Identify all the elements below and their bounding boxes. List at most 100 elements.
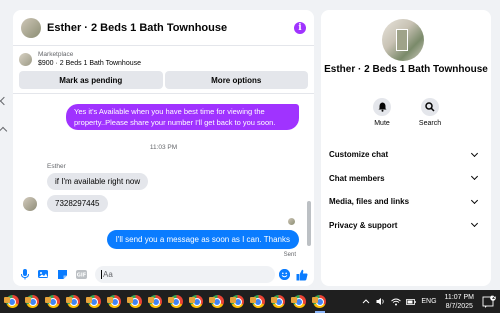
like-icon[interactable] bbox=[296, 268, 308, 281]
gif-icon[interactable]: GIF bbox=[76, 269, 87, 280]
message-list: Yes it's Available when you have best ti… bbox=[13, 96, 314, 262]
svg-text:GIF: GIF bbox=[77, 272, 86, 278]
profile-badge-icon bbox=[65, 297, 72, 303]
profile-badge-icon bbox=[229, 297, 236, 303]
chrome-window-icon[interactable] bbox=[289, 290, 310, 313]
chrome-window-icon[interactable] bbox=[23, 290, 44, 313]
system-tray: ENG 11:07 PM 8/7/2025 2 bbox=[361, 290, 500, 313]
menu-label: Customize chat bbox=[329, 150, 389, 160]
collapse-left-icon[interactable] bbox=[0, 126, 8, 136]
message-composer: GIF Aa bbox=[13, 262, 314, 286]
media-files-links-item[interactable]: Media, files and links bbox=[329, 190, 479, 214]
chrome-window-icon[interactable] bbox=[248, 290, 269, 313]
chrome-window-icon[interactable] bbox=[228, 290, 249, 313]
notification-count: 2 bbox=[492, 294, 495, 301]
chrome-window-icon[interactable] bbox=[125, 290, 146, 313]
profile-badge-icon bbox=[24, 297, 31, 303]
chrome-window-icon[interactable] bbox=[310, 290, 331, 313]
chrome-window-icon[interactable] bbox=[269, 290, 290, 313]
profile-badge-icon bbox=[86, 297, 92, 303]
incoming-message[interactable]: 7328297445 bbox=[47, 195, 108, 212]
chevron-up-icon[interactable] bbox=[361, 297, 371, 307]
microphone-icon[interactable] bbox=[19, 268, 30, 280]
message-input[interactable]: Aa bbox=[95, 265, 275, 283]
chevron-down-icon bbox=[470, 149, 479, 157]
sender-name: Esther bbox=[47, 163, 66, 170]
search-label: Search bbox=[418, 120, 442, 127]
more-options-button[interactable]: More options bbox=[164, 71, 308, 89]
profile-badge-icon bbox=[106, 297, 113, 303]
chrome-window-icon[interactable] bbox=[207, 290, 228, 313]
info-icon[interactable]: i bbox=[294, 21, 306, 34]
mark-as-pending-button[interactable]: Mark as pending bbox=[19, 71, 163, 89]
taskbar-apps bbox=[2, 290, 330, 313]
chat-header: Esther · 2 Beds 1 Bath Townhouse i bbox=[13, 10, 314, 46]
profile-badge-icon bbox=[209, 297, 215, 303]
read-receipt-avatar bbox=[288, 218, 295, 225]
sticker-icon[interactable] bbox=[57, 269, 68, 280]
profile-badge-icon bbox=[147, 297, 154, 303]
clock-date: 8/7/2025 bbox=[445, 302, 473, 310]
language-indicator[interactable]: ENG bbox=[421, 298, 436, 305]
chevron-down-icon bbox=[470, 196, 479, 204]
profile-badge-icon bbox=[168, 297, 174, 303]
customize-chat-item[interactable]: Customize chat bbox=[329, 143, 479, 167]
collapse-up-icon[interactable] bbox=[0, 96, 9, 106]
avatar[interactable] bbox=[21, 17, 41, 38]
menu-label: Privacy & support bbox=[329, 220, 398, 230]
message-input-placeholder: Aa bbox=[103, 269, 113, 279]
photo-icon[interactable] bbox=[38, 269, 49, 280]
listing-description[interactable]: $900 · 2 Beds 1 Bath Townhouse bbox=[38, 59, 141, 68]
chrome-window-icon[interactable] bbox=[166, 290, 187, 313]
listing-thumbnail[interactable] bbox=[19, 53, 32, 66]
left-edge-strip bbox=[0, 0, 10, 290]
chat-panel: Esther · 2 Beds 1 Bath Townhouse i Marke… bbox=[13, 10, 314, 286]
search-button[interactable]: Search bbox=[415, 98, 445, 127]
chat-members-item[interactable]: Chat members bbox=[329, 167, 479, 191]
bell-icon bbox=[373, 98, 391, 116]
message-timestamp: 11:03 PM bbox=[149, 144, 178, 151]
listing-source: Marketplace bbox=[38, 51, 74, 58]
chrome-window-icon[interactable] bbox=[84, 290, 105, 313]
emoji-icon[interactable] bbox=[279, 268, 290, 280]
clock[interactable]: 11:07 PM 8/7/2025 bbox=[445, 293, 474, 311]
incoming-message[interactable]: if I'm available right now bbox=[47, 173, 149, 190]
clock-time: 11:07 PM bbox=[444, 293, 474, 301]
mute-button[interactable]: Mute bbox=[367, 98, 397, 127]
wifi-icon[interactable] bbox=[391, 297, 402, 307]
profile-badge-icon bbox=[4, 297, 10, 303]
profile-badge-icon bbox=[250, 297, 256, 303]
search-icon bbox=[421, 98, 439, 116]
message-status: Sent bbox=[283, 252, 296, 258]
battery-icon[interactable] bbox=[406, 297, 417, 307]
profile-badge-icon bbox=[45, 297, 51, 303]
chrome-window-icon[interactable] bbox=[64, 290, 85, 313]
profile-badge-icon bbox=[291, 297, 297, 303]
taskbar: ENG 11:07 PM 8/7/2025 2 bbox=[0, 290, 500, 313]
outgoing-message[interactable]: I'll send you a message as soon as I can… bbox=[106, 230, 299, 249]
profile-name: Esther · 2 Beds 1 Bath Townhouse bbox=[324, 64, 488, 75]
sender-avatar[interactable] bbox=[23, 197, 37, 211]
volume-icon[interactable] bbox=[376, 297, 386, 307]
outgoing-message[interactable]: Yes it's Available when you have best ti… bbox=[66, 104, 299, 130]
chrome-window-icon[interactable] bbox=[146, 290, 167, 313]
notification-icon[interactable]: 2 bbox=[482, 295, 496, 309]
profile-avatar[interactable] bbox=[382, 19, 424, 61]
chrome-window-icon[interactable] bbox=[2, 290, 23, 313]
profile-badge-icon bbox=[127, 297, 133, 303]
profile-badge-icon bbox=[188, 297, 195, 303]
chrome-window-icon[interactable] bbox=[43, 290, 64, 313]
chrome-window-icon[interactable] bbox=[105, 290, 126, 313]
chevron-down-icon bbox=[470, 220, 479, 228]
chrome-window-icon[interactable] bbox=[187, 290, 208, 313]
menu-label: Chat members bbox=[329, 173, 385, 183]
scrollbar[interactable] bbox=[307, 201, 311, 246]
conversation-info-panel: Esther · 2 Beds 1 Bath Townhouse Mute Se… bbox=[321, 10, 491, 286]
profile-badge-icon bbox=[311, 297, 318, 303]
chat-title[interactable]: Esther · 2 Beds 1 Bath Townhouse bbox=[47, 22, 294, 34]
privacy-support-item[interactable]: Privacy & support bbox=[329, 214, 479, 238]
profile-badge-icon bbox=[270, 297, 277, 303]
marketplace-listing: Marketplace $900 · 2 Beds 1 Bath Townhou… bbox=[13, 46, 314, 94]
menu-label: Media, files and links bbox=[329, 197, 410, 207]
chevron-down-icon bbox=[470, 173, 479, 181]
